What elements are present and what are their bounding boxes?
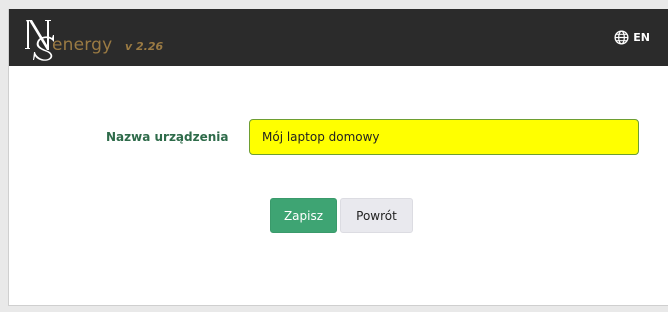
version-label: v 2.26 [125, 40, 164, 53]
device-name-input[interactable] [249, 119, 639, 155]
brand-name: energy [52, 35, 113, 55]
language-switcher[interactable]: EN [614, 30, 650, 45]
app-window: energy v 2.26 EN Nazwa urządzenia Zapisz… [8, 9, 668, 306]
globe-icon [614, 30, 629, 45]
save-button[interactable]: Zapisz [270, 198, 337, 233]
language-code: EN [633, 31, 650, 44]
device-name-label: Nazwa urządzenia [106, 130, 229, 144]
top-bar: energy v 2.26 EN [9, 9, 668, 66]
back-button[interactable]: Powrót [340, 198, 413, 233]
